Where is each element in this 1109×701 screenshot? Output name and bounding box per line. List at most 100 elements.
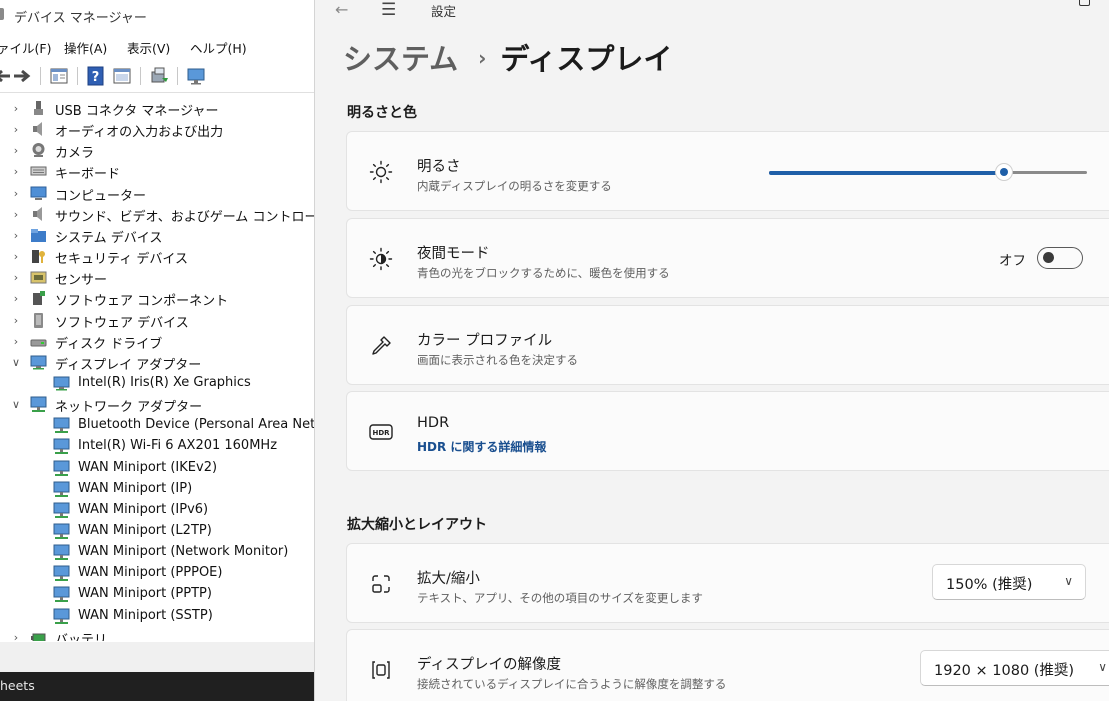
tree-item-label: WAN Miniport (Network Monitor) (78, 544, 289, 560)
update-driver-icon[interactable] (112, 66, 132, 86)
chevron-right-icon[interactable]: › (8, 183, 24, 204)
resolution-card[interactable]: ディスプレイの解像度 接続されているディスプレイに合うように解像度を調整する 1… (346, 629, 1109, 701)
menu-action[interactable]: 操作(A) (64, 38, 107, 57)
scale-title: 拡大/縮小 (417, 571, 480, 587)
device-manager-window: デバイス マネージャー ァイル(F) 操作(A) 表示(V) ヘルプ(H) ? … (0, 0, 314, 701)
help-icon[interactable]: ? (86, 66, 106, 86)
tree-item-label: オーディオの入力および出力 (55, 125, 224, 141)
svg-text:?: ? (92, 70, 100, 85)
tree-item-label: ディスプレイ アダプター (55, 357, 202, 373)
scan-hardware-icon[interactable] (149, 66, 169, 86)
device-manager-title: デバイス マネージャー (14, 11, 147, 26)
chevron-right-icon[interactable]: › (8, 225, 24, 246)
tree-item-label: WAN Miniport (IP) (78, 480, 193, 496)
slider-fill (769, 171, 1005, 175)
settings-window: ← ☰ 設定 システム › ディスプレイ 明るさと色 明るさ 内蔵ディスプレイの明る… (314, 0, 1109, 701)
night-light-title: 夜間モード (417, 246, 490, 262)
network-icon (53, 608, 70, 624)
brightness-subtitle: 内蔵ディスプレイの明るさを変更する (417, 179, 612, 193)
monitor-icon (30, 355, 47, 370)
chevron-down-icon: ∨ (1064, 574, 1073, 588)
slider-thumb[interactable] (995, 163, 1014, 181)
toggle-knob (1043, 252, 1054, 263)
section-heading-layout: 拡大縮小とレイアウト (347, 517, 487, 533)
folder-icon (31, 228, 46, 242)
chevron-right-icon[interactable]: › (8, 331, 24, 352)
back-arrow-icon[interactable] (0, 66, 12, 86)
monitor-icon[interactable] (186, 66, 206, 86)
back-arrow-icon[interactable]: ← (335, 0, 348, 19)
breadcrumb-separator-icon: › (478, 46, 487, 70)
usb-icon (34, 101, 43, 115)
tree-item-label: Bluetooth Device (Personal Area Netwo (78, 417, 314, 433)
tree-item-label: WAN Miniport (PPPOE) (78, 565, 223, 581)
taskbar: heets (0, 672, 314, 701)
sun-icon (369, 160, 393, 184)
scale-icon (372, 575, 390, 593)
tree-item-label: WAN Miniport (IKEv2) (78, 459, 218, 475)
maximize-icon[interactable] (1079, 0, 1090, 6)
device-tree: › USB コネクタ マネージャー › オーディオの入力および出力 › カメラ › キーボード… (0, 96, 314, 641)
network-icon (53, 417, 70, 434)
menu-view[interactable]: 表示(V) (127, 38, 170, 57)
eyedropper-icon (372, 336, 391, 355)
night-light-state: オフ (999, 253, 1026, 269)
chevron-right-icon[interactable]: › (8, 140, 24, 161)
night-light-icon (369, 247, 393, 271)
sensor-icon (30, 271, 47, 284)
properties-icon[interactable] (49, 66, 69, 86)
chevron-right-icon[interactable]: › (8, 627, 24, 641)
scale-card[interactable]: 拡大/縮小 テキスト、アプリ、その他の項目のサイズを変更します 150% (推奨… (346, 543, 1109, 623)
night-light-subtitle: 青色の光をブロックするために、暖色を使用する (417, 266, 670, 280)
chevron-right-icon[interactable]: › (8, 204, 24, 225)
speaker-icon (33, 122, 42, 137)
tree-item-label: カメラ (55, 146, 95, 162)
hdr-card[interactable]: HDR HDR HDR に関する詳細情報 › (346, 391, 1109, 471)
monitor-icon (53, 376, 70, 391)
tree-item-label: Intel(R) Iris(R) Xe Graphics (78, 374, 251, 390)
menu-help[interactable]: ヘルプ(H) (190, 38, 247, 57)
forward-arrow-icon[interactable] (12, 66, 32, 86)
color-profile-card[interactable]: カラー プロファイル 画面に表示される色を決定する › (346, 305, 1109, 385)
brightness-slider[interactable] (769, 163, 1087, 181)
chevron-down-icon[interactable]: ∨ (8, 394, 24, 415)
chevron-right-icon[interactable]: › (8, 98, 24, 119)
breadcrumb-parent[interactable]: システム (343, 42, 458, 76)
tree-item-label: USB コネクタ マネージャー (55, 104, 219, 119)
night-light-card[interactable]: 夜間モード 青色の光をブロックするために、暖色を使用する オフ › (346, 218, 1109, 298)
chevron-right-icon[interactable]: › (8, 288, 24, 309)
key-icon (32, 250, 45, 264)
tree-item-label: キーボード (55, 167, 121, 183)
hamburger-menu-icon[interactable]: ☰ (381, 0, 396, 20)
scale-dropdown[interactable]: 150% (推奨) ∨ (932, 564, 1086, 600)
page-title: ディスプレイ (500, 42, 673, 76)
resolution-icon (372, 661, 390, 679)
tree-item-label: サウンド、ビデオ、およびゲーム コントローラー (55, 209, 314, 225)
device-manager-toolbar: ? (0, 60, 314, 93)
chevron-right-icon[interactable]: › (8, 267, 24, 288)
taskbar-item-label[interactable]: heets (0, 678, 35, 693)
tree-item-label: コンピューター (55, 188, 147, 204)
tree-item-label: ネットワーク アダプター (55, 400, 203, 416)
hdr-icon: HDR (369, 424, 393, 440)
night-light-toggle[interactable] (1037, 247, 1083, 269)
network-icon (53, 544, 70, 561)
battery-icon (31, 633, 46, 641)
chevron-right-icon[interactable]: › (8, 119, 24, 140)
tree-item-label: システム デバイス (55, 230, 163, 246)
brightness-card[interactable]: 明るさ 内蔵ディスプレイの明るさを変更する ∨ (346, 131, 1109, 211)
resolution-title: ディスプレイの解像度 (417, 657, 561, 673)
chevron-right-icon[interactable]: › (8, 310, 24, 331)
network-icon (53, 460, 70, 476)
color-profile-title: カラー プロファイル (417, 333, 553, 349)
chevron-right-icon[interactable]: › (8, 161, 24, 182)
network-icon (53, 502, 70, 518)
hdr-info-link[interactable]: HDR に関する詳細情報 (417, 438, 546, 455)
chevron-down-icon[interactable]: ∨ (8, 352, 24, 373)
tree-item-label: セキュリティ デバイス (55, 252, 188, 268)
menu-file[interactable]: ァイル(F) (0, 38, 51, 57)
resolution-dropdown[interactable]: 1920 × 1080 (推奨) ∨ (920, 650, 1109, 686)
network-icon (30, 396, 47, 413)
computer-icon (30, 186, 47, 200)
chevron-right-icon[interactable]: › (8, 246, 24, 267)
